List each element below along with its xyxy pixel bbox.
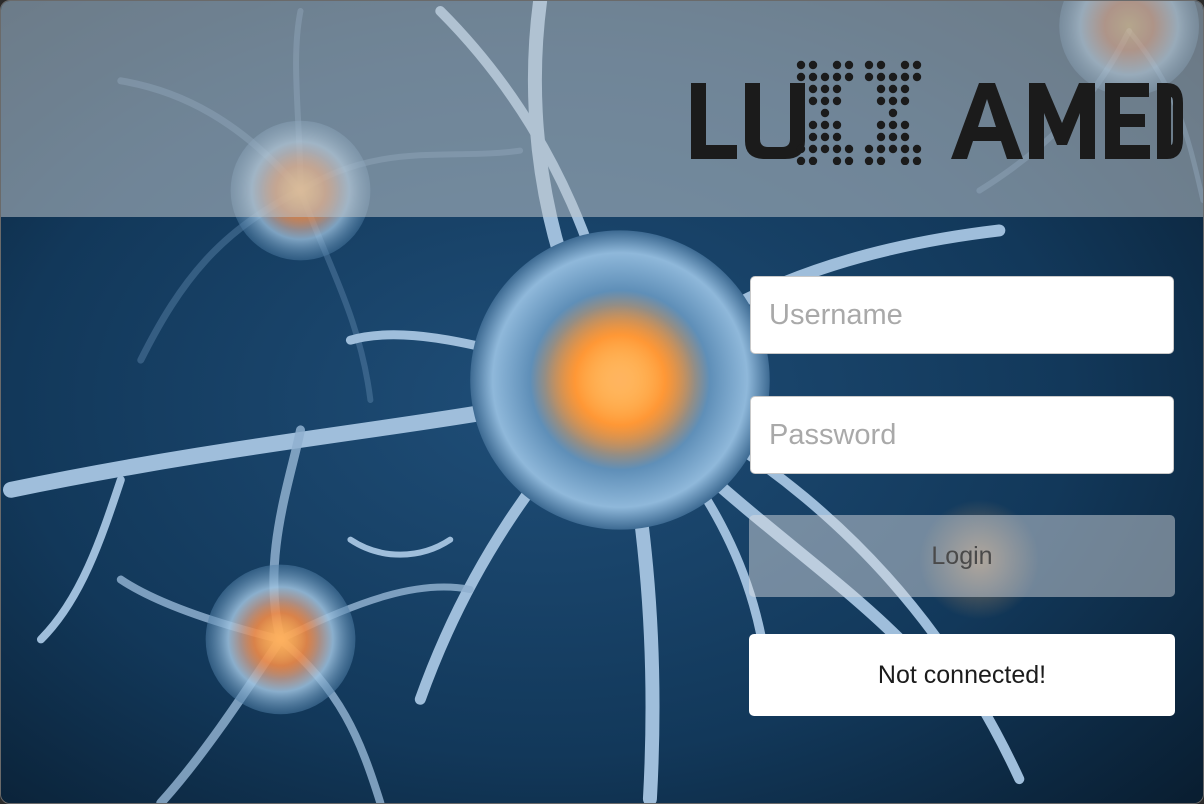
login-button[interactable]: Login [749, 515, 1175, 597]
connection-status: Not connected! [749, 634, 1175, 716]
login-window: Login Not connected! [0, 0, 1204, 804]
password-field[interactable] [750, 396, 1174, 474]
luxxamed-logo [691, 60, 1183, 165]
username-field[interactable] [750, 276, 1174, 354]
connection-status-text: Not connected! [877, 660, 1047, 689]
login-button-label: Login [931, 541, 993, 570]
